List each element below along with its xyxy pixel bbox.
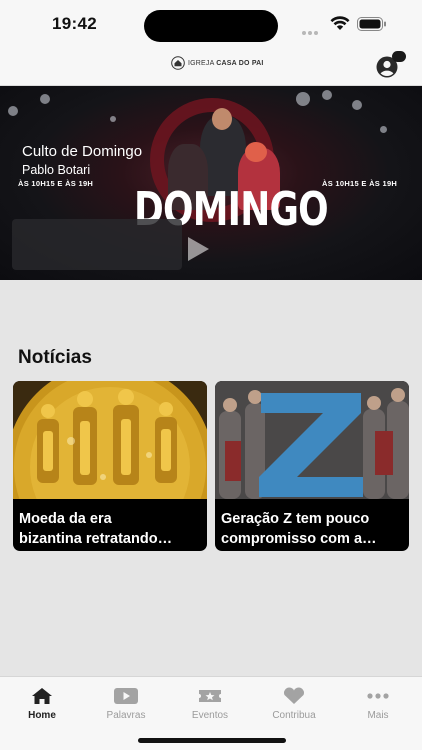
news-card-title-line1: Geração Z tem pouco: [221, 511, 370, 527]
news-card-title: Geração Z tem pouco compromisso com a…: [221, 509, 405, 549]
news-card-title-line2: bizantina retratando…: [19, 531, 173, 547]
play-icon[interactable]: [186, 236, 210, 262]
tab-palavras[interactable]: Palavras: [84, 683, 168, 727]
banner-schedule-left: ÀS 10H15 E ÀS 19H: [18, 179, 94, 188]
tab-home[interactable]: Home: [0, 683, 84, 727]
more-dots-icon: [367, 693, 389, 699]
notification-badge: [392, 51, 406, 62]
wifi-icon: [330, 16, 350, 30]
logo-text: IGREJA CASA DO PAI: [188, 60, 264, 67]
generation-z-image: [215, 381, 409, 499]
banner-author: Pablo Botari: [22, 163, 91, 177]
heart-icon: [283, 687, 305, 704]
tab-home-label: Home: [28, 710, 56, 721]
banner-caption-overlay: [12, 219, 182, 270]
news-card-title-line2: compromisso com a…: [221, 531, 377, 547]
ticket-star-icon: [199, 690, 221, 702]
banner-schedule-right: ÀS 10H15 E ÀS 19H: [322, 179, 398, 188]
video-play-icon: [114, 688, 138, 704]
church-logo[interactable]: IGREJA CASA DO PAI: [171, 56, 264, 70]
tab-eventos[interactable]: Eventos: [168, 683, 252, 727]
news-card[interactable]: Moeda da era bizantina retratando…: [13, 381, 207, 551]
battery-icon: [357, 17, 386, 31]
news-card-title-line1: Moeda da era: [19, 511, 112, 527]
logo-name: CASA DO PAI: [216, 59, 264, 67]
logo-prefix: IGREJA: [188, 59, 215, 67]
tab-mais-label: Mais: [367, 710, 389, 721]
performer-head: [245, 142, 267, 162]
status-bar: 19:42: [0, 0, 422, 53]
tab-contribua[interactable]: Contribua: [252, 683, 336, 727]
featured-video-banner[interactable]: ÀS 10H15 E ÀS 19H ÀS 10H15 E ÀS 19H DOMI…: [0, 86, 422, 280]
news-card-title: Moeda da era bizantina retratando…: [19, 509, 203, 549]
banner-title: Culto de Domingo: [22, 143, 143, 160]
tab-eventos-label: Eventos: [191, 710, 229, 721]
app-header: IGREJA CASA DO PAI: [0, 46, 422, 86]
signal-dots-icon: [302, 22, 324, 53]
house-logo-icon: [171, 56, 185, 70]
home-indicator: [138, 738, 286, 743]
tab-palavras-label: Palavras: [106, 710, 146, 721]
tab-contribua-label: Contribua: [272, 710, 316, 721]
tab-mais[interactable]: Mais: [336, 683, 420, 727]
gold-coin-image: [13, 381, 207, 499]
dynamic-island: [144, 10, 278, 42]
home-icon: [32, 688, 52, 704]
status-time: 19:42: [52, 14, 97, 33]
news-heading: Notícias: [18, 347, 92, 368]
news-card[interactable]: Geração Z tem pouco compromisso com a…: [215, 381, 409, 551]
performer-head: [212, 108, 232, 130]
